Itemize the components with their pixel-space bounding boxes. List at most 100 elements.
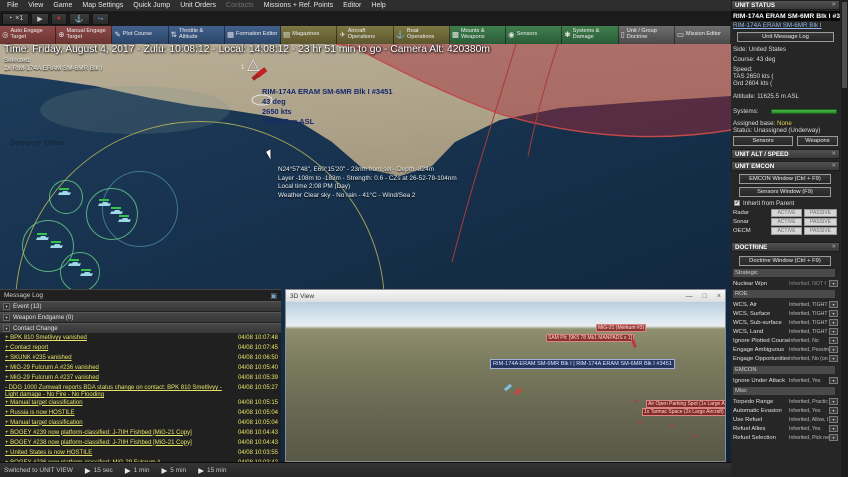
weapons-panel-button[interactable]: Weapons xyxy=(797,136,838,146)
dropdown-icon[interactable]: ▾ xyxy=(829,310,838,317)
time-step-1min-button[interactable]: ▶ 1 min xyxy=(125,466,150,475)
menu-help[interactable]: Help xyxy=(366,2,390,9)
pin-icon[interactable]: ✕ xyxy=(831,163,836,169)
log-entry-text[interactable]: + BPK 810 Smetlivyy vanished xyxy=(5,335,235,342)
menu-missions-ref-points[interactable]: Missions + Ref. Points xyxy=(259,2,338,9)
time-compression-button[interactable]: ◔ ×1 xyxy=(2,12,30,25)
systems-damage-button[interactable]: ✱ Systems & Damage xyxy=(562,26,619,44)
pin-icon[interactable]: ✕ xyxy=(831,151,836,157)
scrollbar-thumb[interactable] xyxy=(842,2,847,88)
log-entry[interactable]: + MiG-29 Fulcrum A #236 vanished 04/08 10… xyxy=(0,364,281,374)
log-entry-text[interactable]: + Manual target classification xyxy=(5,420,235,427)
dropdown-icon[interactable]: ▾ xyxy=(829,328,838,335)
log-entry-text[interactable]: - DDG 1000 Zumwalt reports BDA status ch… xyxy=(5,385,235,399)
group-toggle-icon[interactable]: ▾ xyxy=(3,314,10,321)
magazines-button[interactable]: ▤ Magazines xyxy=(281,26,338,44)
log-entry[interactable]: - DDG 1000 Zumwalt reports BDA status ch… xyxy=(0,384,281,399)
menu-map-settings[interactable]: Map Settings xyxy=(77,2,128,9)
pin-icon[interactable]: ✕ xyxy=(831,244,836,250)
run-pause-button[interactable]: ▶ xyxy=(31,12,49,25)
log-entry[interactable]: + MiG-29 Fulcrum A #237 vanished 04/08 10… xyxy=(0,374,281,384)
friendly-ship-contact[interactable] xyxy=(36,233,49,241)
menu-file[interactable]: File xyxy=(2,2,23,9)
dropdown-icon[interactable]: ▾ xyxy=(829,407,838,414)
oecm-active-button[interactable]: ACTIVE xyxy=(771,227,802,235)
unit-emcon-header[interactable]: UNIT EMCON ✕ xyxy=(731,161,840,171)
unit-database-link[interactable]: RIM-174A ERAM SM-6MR Blk I xyxy=(733,22,822,29)
close-icon[interactable]: × xyxy=(717,293,721,300)
emcon-window-button[interactable]: EMCON Window (Ctrl + F9) xyxy=(739,174,831,184)
sensors-panel-button[interactable]: Sensors xyxy=(733,136,793,146)
log-entry[interactable]: + United States is now HOSTILE 04/08 10:0… xyxy=(0,449,281,459)
panel-scrollbar[interactable] xyxy=(841,0,848,477)
log-entry-text[interactable]: + Manual target classification xyxy=(5,400,235,407)
friendly-ship-contact[interactable] xyxy=(118,215,131,223)
log-group-weapon-endgame[interactable]: ▾ Weapon Endgame (0) xyxy=(0,312,281,323)
auto-engage-target-button[interactable]: ◎ Auto Engage Target xyxy=(0,26,57,44)
formation-editor-button[interactable]: ▦ Formation Editor xyxy=(224,26,282,44)
dropdown-icon[interactable]: ▾ xyxy=(829,416,838,423)
plot-course-button[interactable]: ✎ Plot Course xyxy=(112,26,169,44)
menu-quick-jump[interactable]: Quick Jump xyxy=(128,2,175,9)
friendly-ship-contact[interactable] xyxy=(80,269,93,277)
time-step-5min-button[interactable]: ▶ 5 min xyxy=(162,466,187,475)
dock-icon[interactable]: ▣ xyxy=(270,292,277,300)
menu-unit-orders[interactable]: Unit Orders xyxy=(175,2,221,9)
unit-group-doctrine-button[interactable]: ▯ Unit / Group Doctrine xyxy=(618,26,675,44)
time-step-15sec-button[interactable]: ▶ 15 sec xyxy=(85,466,113,475)
log-entry[interactable]: + BOGEY #238 now platform-classified: J-… xyxy=(0,439,281,449)
log-entry-text[interactable]: + Contact report xyxy=(5,345,235,352)
boat-operations-button[interactable]: ⚓ Boat Operations xyxy=(393,26,450,44)
record-button[interactable]: ● xyxy=(50,12,67,25)
log-entry-text[interactable]: + United States is now HOSTILE xyxy=(5,450,235,457)
ship-view-button[interactable]: ⚓ xyxy=(68,12,90,25)
log-entry-text[interactable]: + SKUNK #235 vanished xyxy=(5,355,235,362)
pin-icon[interactable]: ✕ xyxy=(831,2,836,8)
dropdown-icon[interactable]: ▾ xyxy=(829,377,838,384)
mounts-weapons-button[interactable]: ▩ Mounts & Weapons xyxy=(449,26,507,44)
friendly-ship-contact[interactable] xyxy=(58,188,71,196)
oecm-passive-button[interactable]: PASSIVE xyxy=(804,227,837,235)
log-entry-text[interactable]: + MiG-29 Fulcrum A #236 vanished xyxy=(5,365,235,372)
3d-view-window[interactable]: 3D View — □ × RIM-174A ERAM SM-6MR Blk I… xyxy=(285,289,726,462)
dropdown-icon[interactable]: ▾ xyxy=(829,398,838,405)
time-step-15min-button[interactable]: ▶ 15 min xyxy=(198,466,226,475)
unit-message-log-button[interactable]: Unit Message Log xyxy=(737,32,834,42)
doctrine-header[interactable]: DOCTRINE ✕ xyxy=(731,242,840,252)
log-entry-text[interactable]: + BOGEY #239 now platform-classified: J-… xyxy=(5,430,235,437)
sensors-window-button[interactable]: Sensors Window (F9) xyxy=(739,187,831,197)
group-toggle-icon[interactable]: ▾ xyxy=(3,325,10,332)
throttle-altitude-button[interactable]: ⇅ Throttle & Altitude xyxy=(168,26,225,44)
radar-passive-button[interactable]: PASSIVE xyxy=(804,209,837,217)
3d-view-titlebar[interactable]: 3D View — □ × xyxy=(286,290,725,302)
log-entry[interactable]: + BPK 810 Smetlivyy vanished 04/08 10:07:… xyxy=(0,334,281,344)
dropdown-icon[interactable]: ▾ xyxy=(829,425,838,432)
log-entry[interactable]: + Russia is now HOSTILE 04/08 10:05:04 xyxy=(0,409,281,419)
3d-view-scene[interactable]: RIM-174A ERAM SM-6MR Blk I | RIM-174A ER… xyxy=(286,302,725,461)
log-entry[interactable]: + SKUNK #235 vanished 04/08 10:06:50 xyxy=(0,354,281,364)
log-entry-text[interactable]: + MiG-29 Fulcrum A #237 vanished xyxy=(5,375,235,382)
group-toggle-icon[interactable]: ▾ xyxy=(3,303,10,310)
manual-engage-target-button[interactable]: ⊕ Manual Engage Target xyxy=(56,26,113,44)
log-entry-text[interactable]: + Russia is now HOSTILE xyxy=(5,410,235,417)
log-entry[interactable]: + Contact report 04/08 10:07:45 xyxy=(0,344,281,354)
menu-view[interactable]: View xyxy=(23,2,48,9)
dropdown-icon[interactable]: ▾ xyxy=(829,337,838,344)
aircraft-operations-button[interactable]: ✈ Aircraft Operations xyxy=(337,26,394,44)
menu-game[interactable]: Game xyxy=(48,2,77,9)
log-entry[interactable]: + Manual target classification 04/08 10:0… xyxy=(0,419,281,429)
log-group-contact-change[interactable]: ▾ Contact Change xyxy=(0,323,281,334)
dropdown-icon[interactable]: ▾ xyxy=(829,280,838,287)
dropdown-icon[interactable]: ▾ xyxy=(829,346,838,353)
dropdown-icon[interactable]: ▾ xyxy=(829,319,838,326)
log-entry[interactable]: + BOGEY #239 now platform-classified: J-… xyxy=(0,429,281,439)
undo-button[interactable]: ↪ xyxy=(91,12,110,25)
friendly-ship-contact[interactable] xyxy=(50,241,63,249)
inherit-from-parent-checkbox[interactable]: ✔ xyxy=(734,200,740,206)
friendly-ship-contact[interactable] xyxy=(98,199,111,207)
radar-active-button[interactable]: ACTIVE xyxy=(771,209,802,217)
maximize-icon[interactable]: □ xyxy=(703,293,707,300)
dropdown-icon[interactable]: ▾ xyxy=(829,434,838,441)
doctrine-window-button[interactable]: Doctrine Window (Ctrl + F9) xyxy=(739,256,831,266)
menu-contacts[interactable]: Contacts xyxy=(221,2,259,9)
